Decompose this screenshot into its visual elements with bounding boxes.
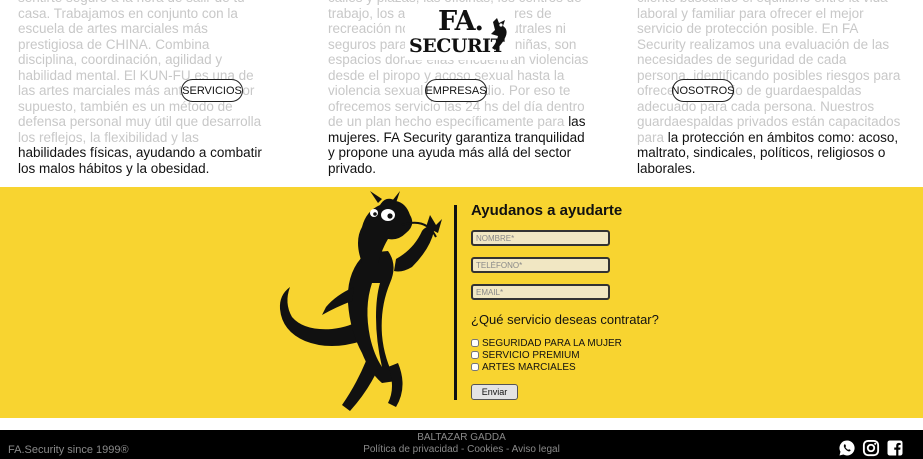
servicios-button[interactable]: SERVICIOS xyxy=(181,79,243,102)
form-divider xyxy=(454,205,457,400)
cookies-link[interactable]: Cookies xyxy=(467,444,503,455)
instagram-icon[interactable] xyxy=(862,439,880,457)
phone-field[interactable] xyxy=(471,257,610,273)
separator-strip xyxy=(0,418,923,430)
column-faded-text: sentirte seguro a la hora de salir de tu… xyxy=(18,0,262,145)
column-text: habilidades físicas, ayudando a combatir… xyxy=(18,145,262,176)
option-label: SEGURIDAD PARA LA MUJER xyxy=(482,337,622,349)
option-premium[interactable]: SERVICIO PREMIUM xyxy=(471,349,622,361)
option-label: ARTES MARCIALES xyxy=(482,361,576,373)
option-women-security[interactable]: SEGURIDAD PARA LA MUJER xyxy=(471,337,622,349)
contact-band: Ayudanos a ayudarte ¿Qué servicio deseas… xyxy=(0,187,923,418)
link-separator: - xyxy=(458,444,468,455)
facebook-icon[interactable] xyxy=(886,439,904,457)
column-faded-text: cliente buscando el equilibrio entre la … xyxy=(637,0,901,145)
empresas-button[interactable]: EMPRESAS xyxy=(425,79,487,102)
form-title: Ayudanos a ayudarte xyxy=(471,202,623,219)
column-text: la protección en ámbitos como: acoso, ma… xyxy=(637,129,899,176)
fa-security-logo[interactable]: FA. SECURIT xyxy=(405,4,515,60)
email-field[interactable] xyxy=(471,284,610,300)
service-options: SEGURIDAD PARA LA MUJER SERVICIO PREMIUM… xyxy=(471,337,622,373)
link-separator: - xyxy=(503,444,512,455)
dragon-mascot-illustration xyxy=(279,191,442,411)
logo-mascot-icon xyxy=(491,18,507,50)
page: sentirte seguro a la hora de salir de tu… xyxy=(0,0,923,459)
whatsapp-icon[interactable] xyxy=(838,439,856,457)
option-martial-arts[interactable]: ARTES MARCIALES xyxy=(471,361,622,373)
option-checkbox[interactable] xyxy=(471,351,479,359)
legal-links: Política de privacidad - Cookies - Aviso… xyxy=(0,444,923,455)
footer: FA.Security since 1999® BALTAZAR GADDA P… xyxy=(0,430,923,459)
service-question: ¿Qué servicio deseas contratar? xyxy=(471,312,659,327)
nosotros-button[interactable]: NOSOTROS xyxy=(672,79,734,102)
submit-button[interactable]: Enviar xyxy=(471,384,518,400)
option-label: SERVICIO PREMIUM xyxy=(482,349,580,361)
services-section: sentirte seguro a la hora de salir de tu… xyxy=(0,0,923,187)
legal-notice-link[interactable]: Aviso legal xyxy=(512,444,560,455)
owner-name: BALTAZAR GADDA xyxy=(417,432,506,443)
option-checkbox[interactable] xyxy=(471,339,479,347)
logo-line1: FA. xyxy=(438,6,484,37)
option-checkbox[interactable] xyxy=(471,363,479,371)
privacy-link[interactable]: Política de privacidad xyxy=(363,444,458,455)
name-field[interactable] xyxy=(471,230,610,246)
